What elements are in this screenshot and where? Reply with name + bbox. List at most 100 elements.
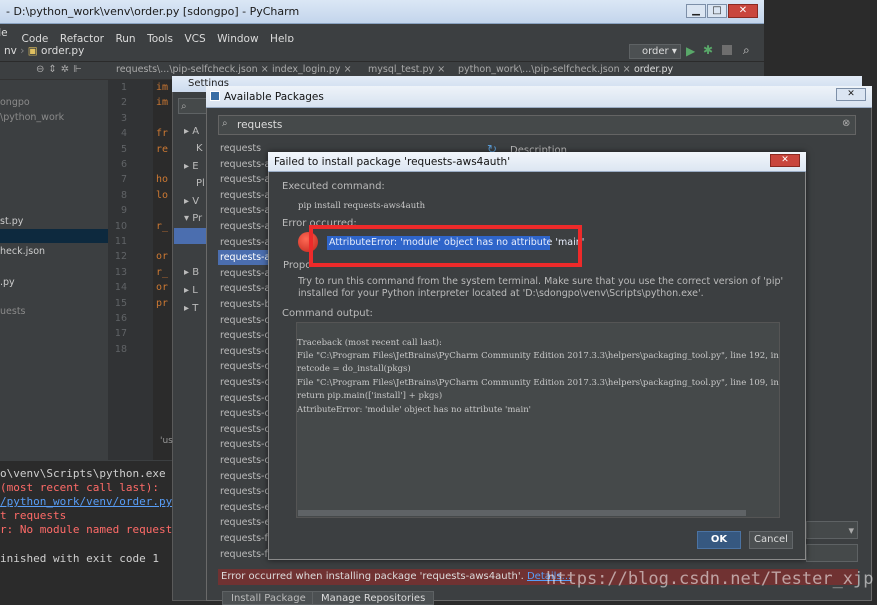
- clear-search-icon[interactable]: ⊗: [842, 118, 850, 129]
- minimize-button[interactable]: ▁: [686, 4, 706, 18]
- proposed-solution-label: Proposed solution:: [283, 260, 309, 271]
- package-item[interactable]: requests-du: [220, 486, 270, 497]
- code-fragment: im: [156, 97, 169, 109]
- settings-tree-item[interactable]: ▾ Pr: [184, 213, 202, 224]
- ok-button[interactable]: OK: [697, 531, 741, 549]
- close-button[interactable]: ✕: [728, 4, 758, 18]
- package-item[interactable]: requests-cr: [220, 455, 270, 466]
- horizontal-scrollbar[interactable]: [298, 510, 746, 516]
- package-item[interactable]: requests-ex: [220, 502, 270, 513]
- menu-file[interactable]: File: [0, 24, 14, 42]
- package-item[interactable]: requests-av: [220, 268, 270, 279]
- tree-label: L: [192, 285, 198, 296]
- line-number: 1: [120, 82, 127, 93]
- tab-index-login[interactable]: index_login.py ×: [272, 64, 352, 75]
- package-item[interactable]: requests-cr: [220, 439, 270, 450]
- settings-tree-item[interactable]: ▸ E: [184, 161, 199, 172]
- package-item[interactable]: requests-cr: [220, 471, 270, 482]
- code-fragment: im: [156, 82, 169, 93]
- maximize-button[interactable]: □: [707, 4, 727, 18]
- console-line: t requests: [0, 509, 67, 522]
- line-number: 13: [114, 266, 127, 278]
- code-fragment: r_: [156, 266, 169, 278]
- cancel-button[interactable]: Cancel: [749, 531, 793, 549]
- console-link[interactable]: /python_work/venv/order.py: [0, 495, 172, 508]
- tab-pip-selfcheck-requests[interactable]: requests\...\pip-selfcheck.json ×: [116, 64, 269, 75]
- package-item[interactable]: requests-au: [220, 205, 270, 216]
- project-item[interactable]: ongpo: [0, 97, 30, 108]
- settings-search-input[interactable]: ⌕: [178, 98, 208, 114]
- console-line: r: No module named requests: [0, 523, 179, 536]
- package-item[interactable]: requests: [220, 143, 270, 154]
- package-item[interactable]: requests-clo: [220, 408, 270, 419]
- tab-order[interactable]: order.py: [634, 64, 673, 75]
- line-number: 10: [114, 220, 127, 232]
- project-item[interactable]: .py: [0, 277, 15, 288]
- window-title: - D:\python_work\venv\order.py [sdongpo]…: [6, 5, 300, 18]
- settings-tree-item[interactable]: ▸ A: [184, 126, 199, 137]
- version-select[interactable]: ▾: [806, 521, 858, 539]
- package-item[interactable]: requests-ce: [220, 346, 270, 357]
- breadcrumb: nv › ▣ order.py: [4, 45, 84, 57]
- package-item[interactable]: requests-av: [220, 283, 270, 294]
- package-item[interactable]: requests-au: [220, 190, 270, 201]
- settings-tree-item[interactable]: K: [196, 143, 203, 154]
- available-close-button[interactable]: ✕: [836, 88, 866, 101]
- package-search-value: requests: [237, 119, 283, 131]
- settings-tree-item[interactable]: ▸ V: [184, 196, 199, 207]
- breadcrumb-venv[interactable]: nv: [4, 45, 17, 57]
- project-item[interactable]: heck.json: [0, 246, 45, 257]
- window-title-bar: - D:\python_work\venv\order.py [sdongpo]…: [0, 0, 764, 24]
- tab-mysql-test[interactable]: mysql_test.py ×: [368, 64, 445, 75]
- highlight-annotation-box: [309, 225, 582, 267]
- breadcrumb-file[interactable]: order.py: [41, 45, 84, 57]
- package-item[interactable]: requests-all: [220, 174, 270, 185]
- package-item[interactable]: requests-ca: [220, 330, 270, 341]
- line-number: 18: [114, 343, 127, 355]
- package-item[interactable]: requests-cir: [220, 377, 270, 388]
- package-item[interactable]: requests-av: [220, 252, 270, 263]
- package-item[interactable]: requests-cc: [220, 424, 270, 435]
- line-number: 14: [114, 282, 127, 294]
- options-field[interactable]: [806, 544, 858, 562]
- project-item[interactable]: st.py: [0, 216, 23, 227]
- run-config-select[interactable]: order ▾: [629, 44, 681, 59]
- package-item[interactable]: requests-ac: [220, 159, 270, 170]
- stop-icon[interactable]: [722, 45, 732, 55]
- project-item[interactable]: \python_work: [0, 112, 64, 123]
- tab-pip-selfcheck-python-work[interactable]: python_work\...\pip-selfcheck.json ×: [458, 64, 631, 75]
- project-toolbar-icons[interactable]: ⊖⇕✲⊩: [36, 64, 86, 75]
- package-item[interactable]: requests-ca: [220, 315, 270, 326]
- code-fragment: lo: [156, 189, 169, 201]
- package-item[interactable]: requests-ch: [220, 361, 270, 372]
- line-number: 11: [114, 236, 127, 247]
- failed-dialog-title-bar: Failed to install package 'requests-aws4…: [268, 152, 806, 172]
- package-search-input[interactable]: requests: [218, 115, 856, 135]
- run-icon[interactable]: ▶: [686, 44, 695, 58]
- settings-tree-item[interactable]: ▸ T: [184, 303, 198, 314]
- search-icon[interactable]: ⌕: [743, 43, 750, 58]
- failed-close-button[interactable]: ✕: [770, 154, 800, 167]
- debug-icon[interactable]: ✱: [703, 43, 713, 57]
- settings-tree-selected[interactable]: [174, 228, 208, 244]
- install-package-button[interactable]: Install Package: [222, 591, 315, 605]
- package-item[interactable]: requests-cl: [220, 393, 270, 404]
- project-item[interactable]: uests: [0, 306, 26, 317]
- package-item[interactable]: requests-bo: [220, 299, 270, 310]
- package-item[interactable]: requests-av: [220, 221, 270, 232]
- package-item[interactable]: requests-av: [220, 237, 270, 248]
- settings-tree-item[interactable]: ▸ L: [184, 285, 198, 296]
- package-item[interactable]: requests-ex: [220, 517, 270, 528]
- python-file-icon: ▣: [27, 45, 38, 57]
- package-item[interactable]: requests-f5: [220, 533, 270, 544]
- line-number: 7: [120, 174, 127, 186]
- package-item[interactable]: requests-fa: [220, 549, 270, 560]
- output-line: File "C:\Program Files\JetBrains\PyCharm…: [297, 378, 779, 388]
- manage-repositories-button[interactable]: Manage Repositories: [312, 591, 435, 605]
- project-selected-row[interactable]: [0, 229, 108, 243]
- available-packages-title: Available Packages: [224, 91, 324, 103]
- settings-tree-item[interactable]: ▸ B: [184, 267, 199, 278]
- pycharm-logo-icon: [210, 91, 220, 101]
- settings-tree-item[interactable]: Pl: [196, 178, 205, 189]
- install-error-text: Error occurred when installing package '…: [221, 571, 524, 582]
